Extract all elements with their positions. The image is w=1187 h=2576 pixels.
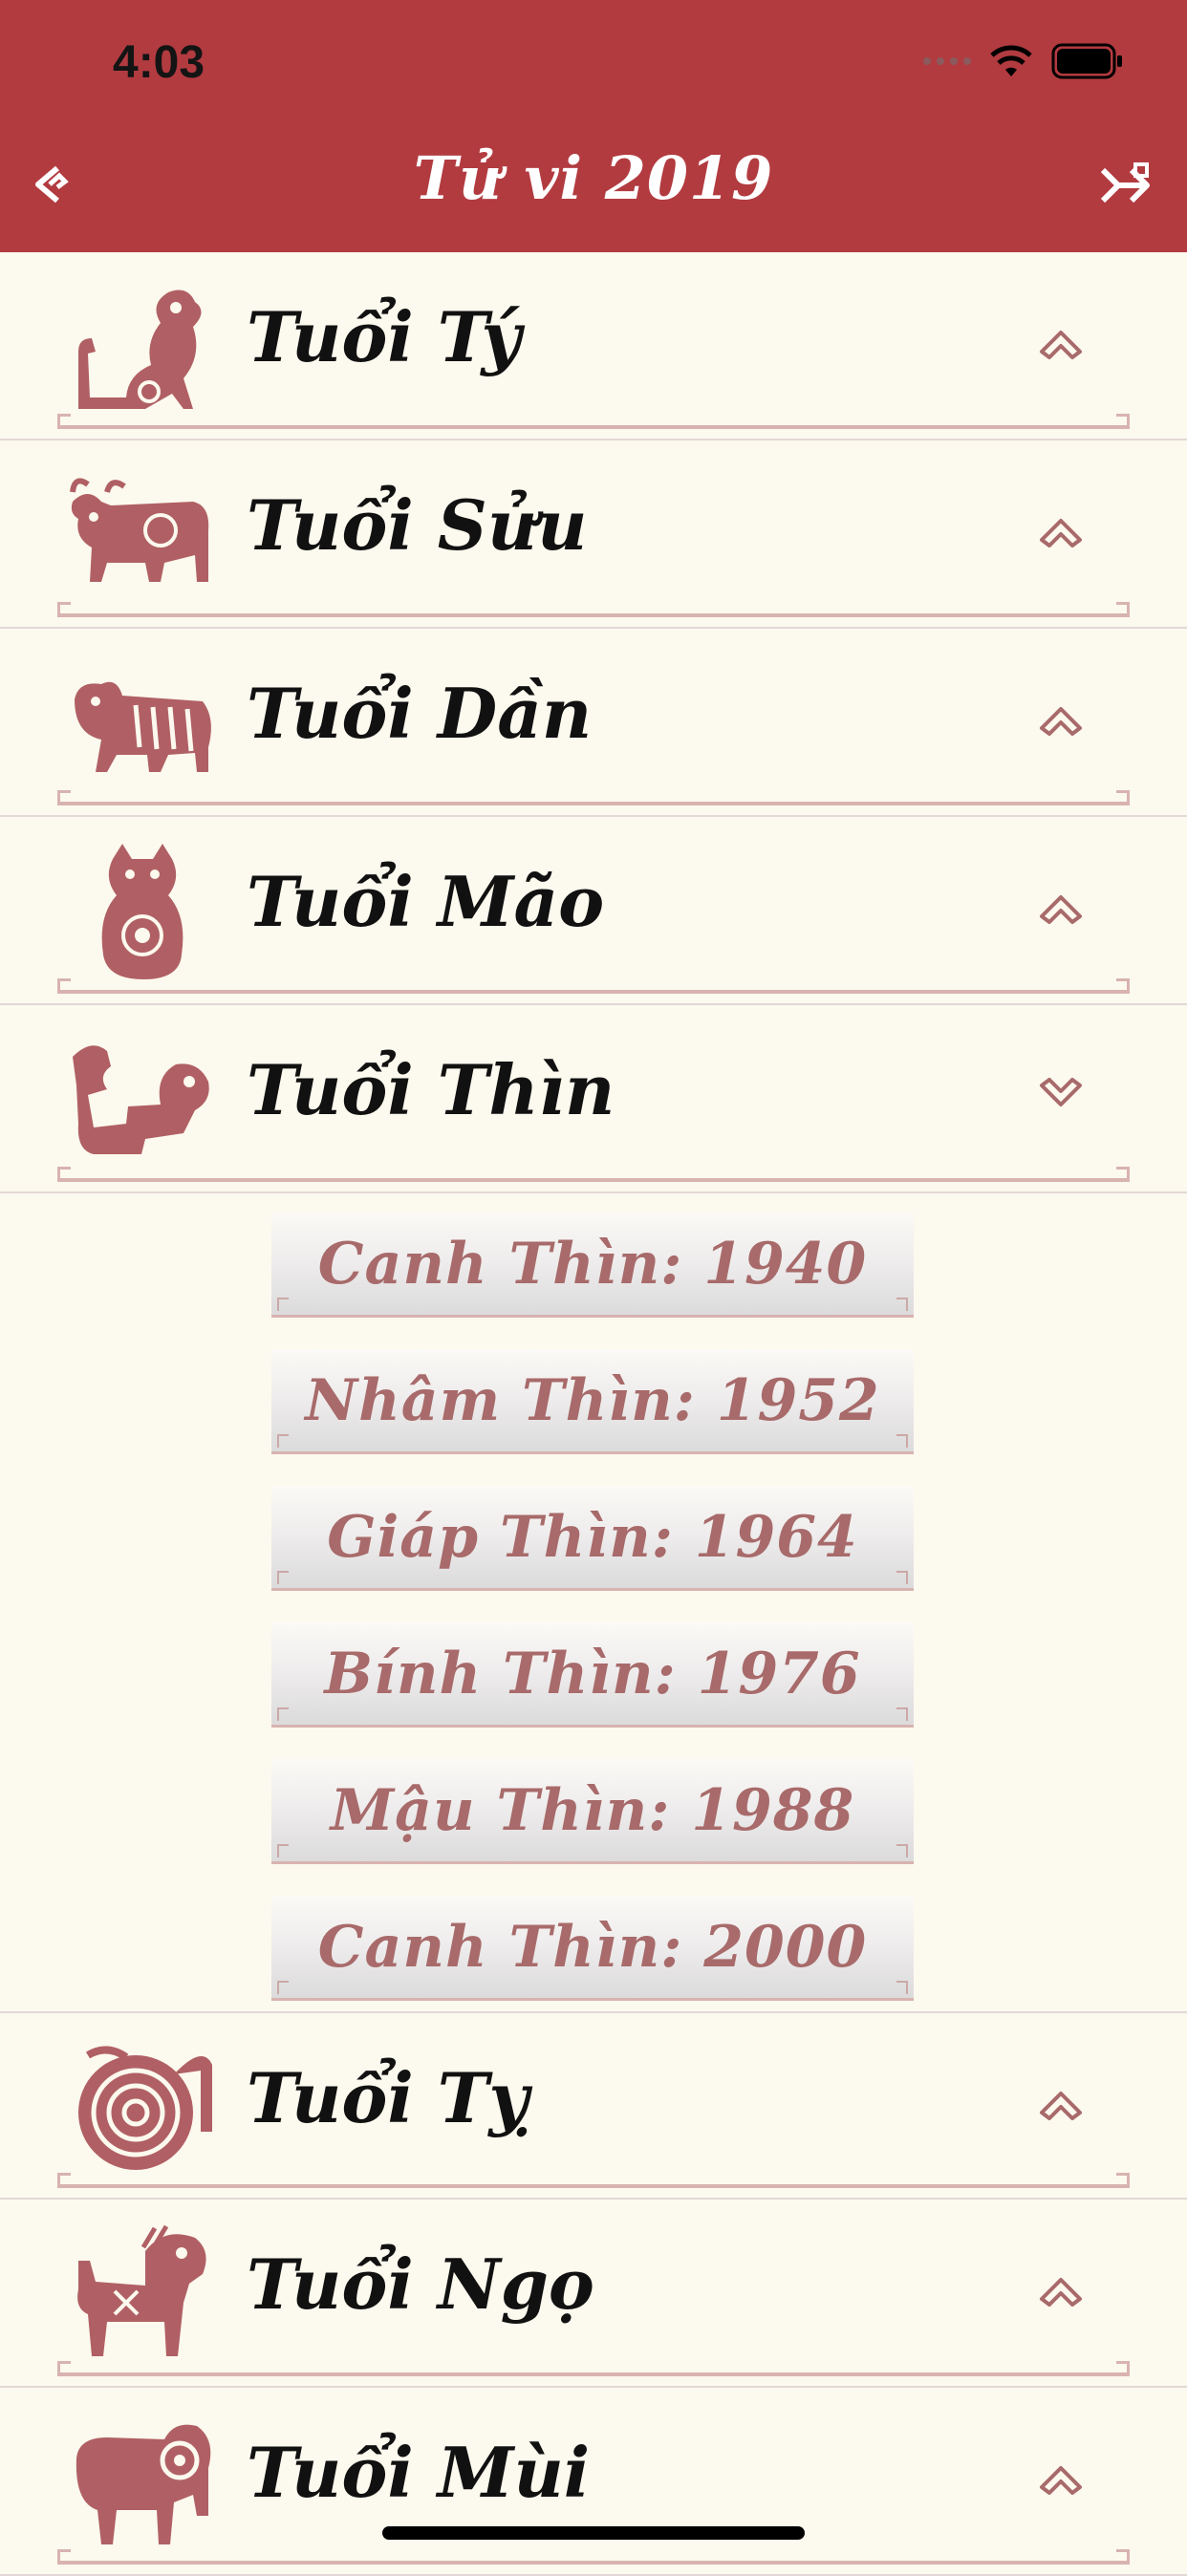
goat-icon: [76, 2424, 211, 2544]
tiger-icon: [75, 681, 211, 772]
navigation-bar: 4:03 Tử vi 2019: [0, 0, 1187, 252]
zodiac-row-mui[interactable]: Tuổi Mùi: [0, 2388, 1187, 2576]
year-label: Canh Thìn: 1940: [317, 1230, 868, 1298]
row-label: Tuổi Thìn: [247, 1049, 615, 1130]
row-divider: [57, 2163, 1130, 2188]
chevron-up-icon[interactable]: [1036, 2458, 1086, 2497]
year-button[interactable]: Mậu Thìn: 1988: [271, 1759, 914, 1864]
row-divider: [57, 2540, 1130, 2565]
row-divider: [57, 969, 1130, 994]
snake-icon: [78, 2046, 212, 2170]
row-label: Tuổi Tý: [247, 296, 522, 377]
chevron-up-icon[interactable]: [1036, 699, 1086, 738]
year-button[interactable]: Nhâm Thìn: 1952: [271, 1349, 914, 1454]
row-label: Tuổi Dần: [247, 673, 593, 754]
share-icon[interactable]: [1097, 161, 1153, 214]
zodiac-row-ti[interactable]: Tuổi Tỵ: [0, 2011, 1187, 2200]
wifi-icon: [990, 45, 1032, 76]
zodiac-list: Tuổi Tý Tuổi Sửu Tuổi Dần Tuổi Mão Tuổi …: [0, 252, 1187, 2576]
row-divider: [57, 2351, 1130, 2376]
year-button[interactable]: Canh Thìn: 2000: [271, 1896, 914, 2001]
rat-icon: [78, 290, 202, 409]
year-label: Canh Thìn: 2000: [317, 1913, 868, 1981]
year-label: Mậu Thìn: 1988: [330, 1776, 855, 1844]
status-time: 4:03: [113, 37, 205, 88]
row-divider: [57, 592, 1130, 617]
year-label: Nhâm Thìn: 1952: [305, 1366, 880, 1434]
zodiac-row-mao[interactable]: Tuổi Mão: [0, 817, 1187, 1005]
zodiac-row-ty[interactable]: Tuổi Tý: [0, 252, 1187, 440]
chevron-up-icon[interactable]: [1036, 2270, 1086, 2308]
chevron-up-icon[interactable]: [1036, 511, 1086, 549]
home-indicator: [382, 2526, 805, 2540]
year-label: Bính Thìn: 1976: [324, 1640, 861, 1707]
chevron-up-icon[interactable]: [1036, 323, 1086, 361]
thin-year-list: Canh Thìn: 1940 Nhâm Thìn: 1952 Giáp Thì…: [0, 1193, 1187, 2011]
row-divider: [57, 781, 1130, 805]
zodiac-row-thin[interactable]: Tuổi Thìn: [0, 1005, 1187, 1193]
year-label: Giáp Thìn: 1964: [327, 1503, 858, 1571]
page-title: Tử vi 2019: [413, 143, 774, 213]
zodiac-row-ngo[interactable]: Tuổi Ngọ: [0, 2200, 1187, 2388]
status-icons: [923, 42, 1124, 80]
year-button[interactable]: Canh Thìn: 1940: [271, 1213, 914, 1318]
year-button[interactable]: Giáp Thìn: 1964: [271, 1486, 914, 1591]
row-label: Tuổi Tỵ: [247, 2057, 529, 2138]
ox-icon: [70, 478, 209, 582]
year-button[interactable]: Bính Thìn: 1976: [271, 1622, 914, 1728]
cat-icon: [101, 844, 183, 979]
row-label: Tuổi Ngọ: [247, 2243, 594, 2325]
chevron-up-icon[interactable]: [1036, 2084, 1086, 2122]
row-divider: [57, 1157, 1130, 1182]
dragon-icon: [73, 1045, 209, 1154]
zodiac-row-dan[interactable]: Tuổi Dần: [0, 629, 1187, 817]
row-divider: [57, 404, 1130, 429]
row-label: Tuổi Mão: [247, 861, 605, 942]
battery-icon: [1051, 43, 1122, 79]
chevron-up-icon[interactable]: [1036, 888, 1086, 926]
horse-icon: [77, 2224, 206, 2356]
row-label: Tuổi Sửu: [247, 484, 588, 566]
row-label: Tuổi Mùi: [247, 2432, 591, 2513]
chevron-down-icon[interactable]: [1036, 1076, 1086, 1114]
zodiac-row-suu[interactable]: Tuổi Sửu: [0, 440, 1187, 629]
signal-icon: [923, 57, 971, 65]
